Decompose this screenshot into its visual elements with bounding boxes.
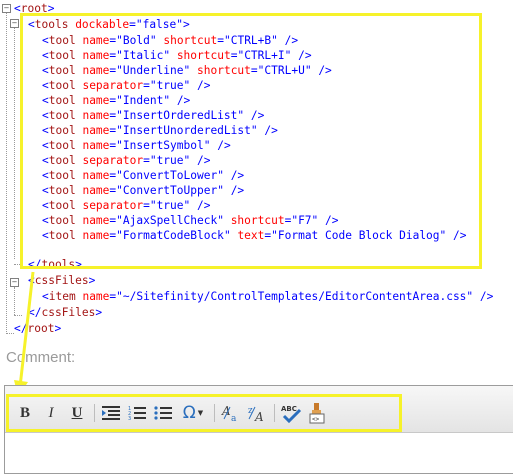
toolbar-highlight-box	[6, 394, 402, 432]
